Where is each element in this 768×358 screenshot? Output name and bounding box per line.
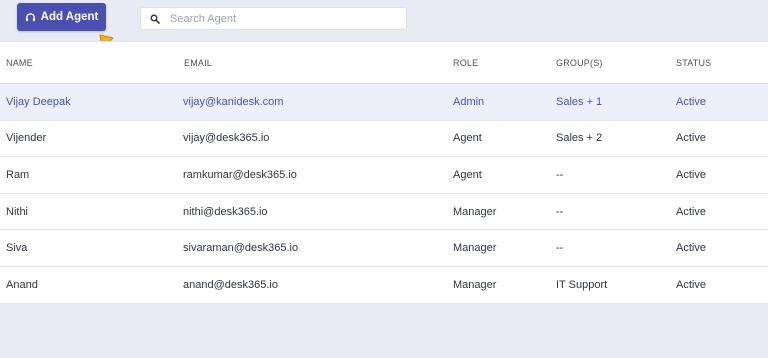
agent-role: Manager [453, 278, 497, 291]
table-row[interactable]: Vijay Deepak vijay@kanidesk.com Admin Sa… [0, 84, 768, 121]
search-input[interactable] [170, 12, 390, 25]
agent-email: vijay@desk365.io [183, 132, 270, 145]
agent-name[interactable]: Anand [6, 279, 38, 291]
table-header: NAME EMAIL ROLE GROUP(S) STATUS [0, 41, 768, 84]
add-agent-button[interactable]: Add Agent [17, 3, 106, 31]
agent-status: Active [676, 242, 706, 255]
agent-email: sivaraman@desk365.io [183, 242, 299, 255]
column-header-name[interactable]: NAME [6, 58, 33, 68]
agent-email: vijay@kanidesk.com [183, 95, 284, 108]
agent-role: Manager [453, 242, 497, 255]
add-agent-label: Add Agent [40, 11, 99, 23]
agent-status: Active [676, 95, 706, 108]
agent-name[interactable]: Nithi [6, 206, 28, 218]
agent-status: Active [676, 132, 706, 145]
agents-table: NAME EMAIL ROLE GROUP(S) STATUS Vijay De… [0, 41, 768, 304]
column-header-role[interactable]: ROLE [453, 58, 478, 68]
table-row[interactable]: Vijender vijay@desk365.io Agent Sales + … [0, 120, 768, 158]
agent-name[interactable]: Siva [6, 242, 27, 254]
agent-name[interactable]: Vijender [6, 132, 46, 144]
search-icon [150, 14, 160, 24]
agent-status: Active [676, 205, 706, 218]
table-row[interactable]: Siva sivaraman@desk365.io Manager -- Act… [0, 230, 768, 267]
agent-status: Active [676, 168, 706, 181]
table-row[interactable]: Ram ramkumar@desk365.io Agent -- Active [0, 157, 768, 194]
agent-role: Admin [453, 95, 485, 108]
agent-role: Agent [453, 168, 482, 181]
agent-status: Active [676, 278, 706, 291]
agent-email: anand@desk365.io [183, 278, 278, 291]
column-header-email[interactable]: EMAIL [184, 58, 212, 68]
table-row[interactable]: Anand anand@desk365.io Manager IT Suppor… [0, 266, 768, 304]
agent-email: nithi@desk365.io [183, 205, 268, 218]
agent-name[interactable]: Vijay Deepak [6, 96, 71, 108]
agent-groups[interactable]: Sales + 2 [556, 132, 602, 144]
agent-groups: -- [556, 168, 564, 181]
column-header-status[interactable]: STATUS [676, 58, 711, 68]
table-row[interactable]: Nithi nithi@desk365.io Manager -- Active [0, 193, 768, 231]
agent-groups[interactable]: IT Support [556, 279, 607, 291]
column-header-groups[interactable]: GROUP(S) [556, 58, 603, 68]
agent-groups: -- [556, 205, 564, 218]
agent-name[interactable]: Ram [6, 169, 29, 181]
agent-email: ramkumar@desk365.io [183, 168, 297, 181]
agent-role: Manager [453, 205, 497, 218]
agent-role: Agent [453, 132, 482, 145]
agent-groups[interactable]: Sales + 1 [556, 96, 602, 108]
headset-icon [25, 12, 36, 23]
agent-groups: -- [556, 242, 564, 255]
search-box[interactable] [140, 7, 407, 30]
